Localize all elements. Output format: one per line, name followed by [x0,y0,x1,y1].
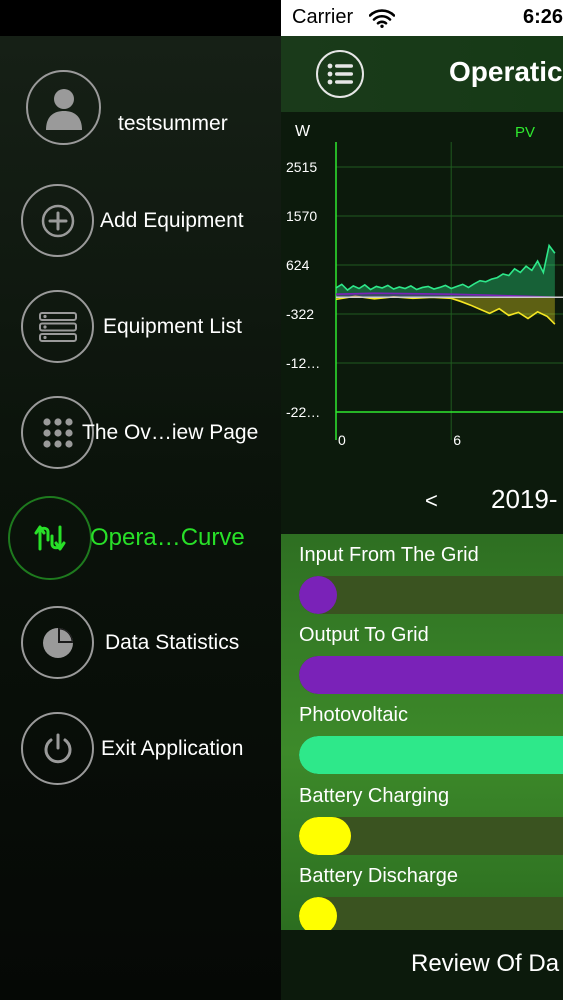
bar-row-output-to-grid: Output To Grid [281,614,563,694]
exit-application-circle [21,712,94,785]
y-tick-label: 1570 [286,208,317,224]
bar-track-battery-charging [299,817,563,855]
menu-label-exit-application: Exit Application [101,737,244,760]
menu-item-user[interactable]: testsummer [0,64,281,150]
clock: 6:26 [523,6,563,28]
plus-icon [41,204,74,237]
menu-item-operation-curve[interactable]: Opera…Curve [0,494,281,580]
carrier-label: Carrier [292,6,354,28]
review-data-bar[interactable]: Review Of Da [281,930,563,1000]
menu-item-overview-page[interactable]: The Ov…iew Page [0,390,281,476]
menu-item-equipment-list[interactable]: Equipment List [0,284,281,370]
add-equipment-circle [21,184,94,257]
bar-label-output-to-grid: Output To Grid [299,624,429,646]
data-statistics-circle [21,606,94,679]
bar-row-battery-discharge: Battery Discharge [281,855,563,935]
series-area [336,296,555,325]
power-icon [44,733,71,763]
operation-chart: W PV 2515 1570 624 -322 -12… -22… 0 6 [281,112,563,462]
bar-track-output-to-grid [299,656,563,694]
menu-label-overview-page: The Ov…iew Page [82,421,259,444]
wifi-icon [369,9,395,28]
menu-label-equipment-list: Equipment List [103,315,242,338]
bar-track-input-from-grid [299,576,563,614]
user-avatar-icon [45,88,82,130]
menu-label-operation-curve: Opera…Curve [90,524,245,551]
y-tick-label: 2515 [286,159,317,175]
bar-fill-photovoltaic [299,736,563,774]
equipment-list-circle [21,290,94,363]
pie-chart-icon [42,627,73,658]
menu-label-data-statistics: Data Statistics [105,631,240,654]
bar-row-photovoltaic: Photovoltaic [281,694,563,774]
menu-item-exit-application[interactable]: Exit Application [0,706,281,792]
bar-fill-output-to-grid [299,656,563,694]
y-axis-unit: W [295,123,311,140]
review-data-label: Review Of Da [411,950,560,977]
operation-chart-svg: W PV 2515 1570 624 -322 -12… -22… 0 6 [286,123,563,448]
menu-item-add-equipment[interactable]: Add Equipment [0,178,281,264]
user-name: testsummer [118,112,228,135]
bar-track-photovoltaic [299,736,563,774]
avatar [26,70,101,145]
menu-label-add-equipment: Add Equipment [100,209,244,232]
grid-dots-icon [42,417,73,448]
legend-pv: PV [515,124,535,141]
bar-row-input-from-grid: Input From The Grid [281,534,563,614]
energy-bars-panel: Input From The Grid Output To Grid Photo… [281,534,563,935]
bar-label-battery-discharge: Battery Discharge [299,865,458,887]
bar-label-battery-charging: Battery Charging [299,785,450,807]
menu-list-icon [327,63,353,85]
menu-toggle-button[interactable] [316,50,364,98]
x-tick-label: 6 [453,432,461,448]
bar-label-photovoltaic: Photovoltaic [299,704,408,726]
date-selector: < 2019- [281,462,563,534]
y-tick-label: -12… [286,355,320,371]
x-tick-label: 0 [338,432,346,448]
side-menu: testsummer Add Equipment Equipment List [0,0,281,1000]
page-title: Operatic [449,56,563,87]
curve-arrows-icon [34,525,66,551]
y-tick-label: -22… [286,404,320,420]
current-date[interactable]: 2019- [491,484,558,515]
y-tick-label: 624 [286,257,310,273]
status-bar: Carrier 6:26 [281,0,563,36]
previous-date-button[interactable]: < [425,488,438,514]
bar-row-battery-charging: Battery Charging [281,775,563,855]
y-tick-label: -322 [286,306,314,322]
menu-item-data-statistics[interactable]: Data Statistics [0,600,281,686]
operation-curve-circle [8,496,92,580]
list-icon [38,311,77,342]
bar-label-input-from-grid: Input From The Grid [299,544,479,566]
nav-bar: Operatic [281,36,563,112]
main-panel: Carrier 6:26 Operatic W PV 2515 1570 624… [281,0,563,1000]
bar-fill-battery-charging [299,817,351,855]
bar-fill-input-from-grid [299,576,337,614]
